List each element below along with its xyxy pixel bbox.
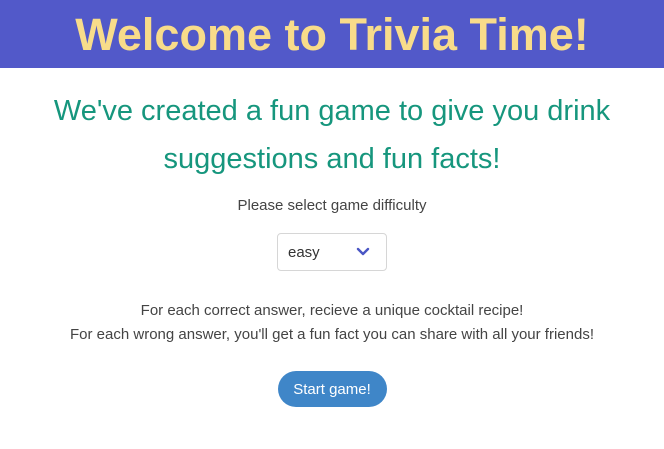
intro-text: We've created a fun game to give you dri…	[53, 95, 611, 175]
wrong-answer-rule: For each wrong answer, you'll get a fun …	[70, 326, 594, 343]
correct-answer-rule: For each correct answer, recieve a uniqu…	[140, 302, 524, 319]
rules-text: For each correct answer, recieve a uniqu…	[0, 299, 664, 347]
chevron-down-icon	[356, 247, 370, 256]
difficulty-select-wrapper: easy	[0, 233, 664, 271]
page-title: Welcome to Trivia Time!	[75, 8, 589, 60]
start-button-wrapper: Start game!	[0, 371, 664, 407]
difficulty-prompt: Please select game difficulty	[237, 197, 427, 214]
difficulty-selected-value: easy	[288, 244, 320, 261]
page-header: Welcome to Trivia Time!	[0, 0, 664, 68]
difficulty-select[interactable]: easy	[277, 233, 387, 271]
start-game-button[interactable]: Start game!	[277, 371, 387, 407]
